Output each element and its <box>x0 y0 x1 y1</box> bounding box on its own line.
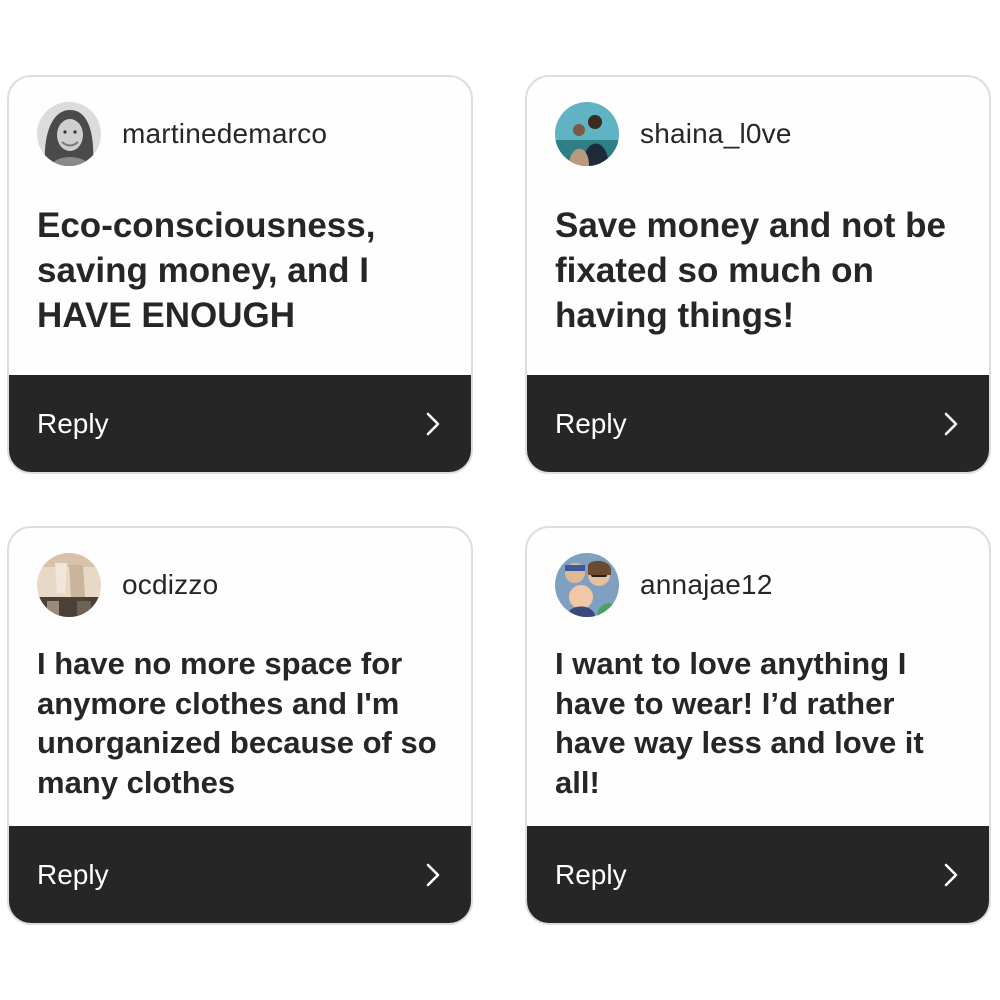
reply-button-label: Reply <box>37 858 109 890</box>
username[interactable]: annajae12 <box>640 569 773 601</box>
story-reply-card: ocdizzo I have no more space for anymore… <box>7 526 473 925</box>
couple-photo-avatar-icon <box>555 102 619 166</box>
card-header: martinedemarco <box>37 101 327 167</box>
avatar[interactable] <box>555 553 619 617</box>
reply-button[interactable]: Reply <box>9 375 471 472</box>
reply-button[interactable]: Reply <box>527 375 989 472</box>
chevron-right-icon <box>944 412 958 435</box>
avatar[interactable] <box>37 553 101 617</box>
story-reply-card: shaina_l0ve Save money and not be fixate… <box>525 75 991 474</box>
username[interactable]: ocdizzo <box>122 569 218 601</box>
reply-message: I have no more space for anymore clothes… <box>37 646 437 800</box>
reply-button-label: Reply <box>555 858 627 890</box>
reply-message: Save money and not be fixated so much on… <box>555 206 946 335</box>
reply-button-label: Reply <box>555 407 627 439</box>
chevron-right-icon <box>426 412 440 435</box>
chevron-right-icon <box>426 863 440 886</box>
reply-button-label: Reply <box>37 407 109 439</box>
closet-photo-avatar-icon <box>37 553 101 617</box>
family-selfie-avatar-icon <box>555 553 619 617</box>
reply-button[interactable]: Reply <box>9 826 471 923</box>
reply-button[interactable]: Reply <box>527 826 989 923</box>
chevron-right-icon <box>944 863 958 886</box>
story-reply-card: martinedemarco Eco-consciousness, saving… <box>7 75 473 474</box>
woman-portrait-avatar-icon <box>37 102 101 166</box>
reply-message: Eco-consciousness, saving money, and I H… <box>37 206 376 335</box>
card-header: shaina_l0ve <box>555 101 792 167</box>
story-reply-card: annajae12 I want to love anything I have… <box>525 526 991 925</box>
reply-message: I want to love anything I have to wear! … <box>555 646 924 800</box>
avatar[interactable] <box>37 102 101 166</box>
card-header: annajae12 <box>555 552 773 618</box>
card-header: ocdizzo <box>37 552 218 618</box>
avatar[interactable] <box>555 102 619 166</box>
username[interactable]: martinedemarco <box>122 118 327 150</box>
username[interactable]: shaina_l0ve <box>640 118 792 150</box>
